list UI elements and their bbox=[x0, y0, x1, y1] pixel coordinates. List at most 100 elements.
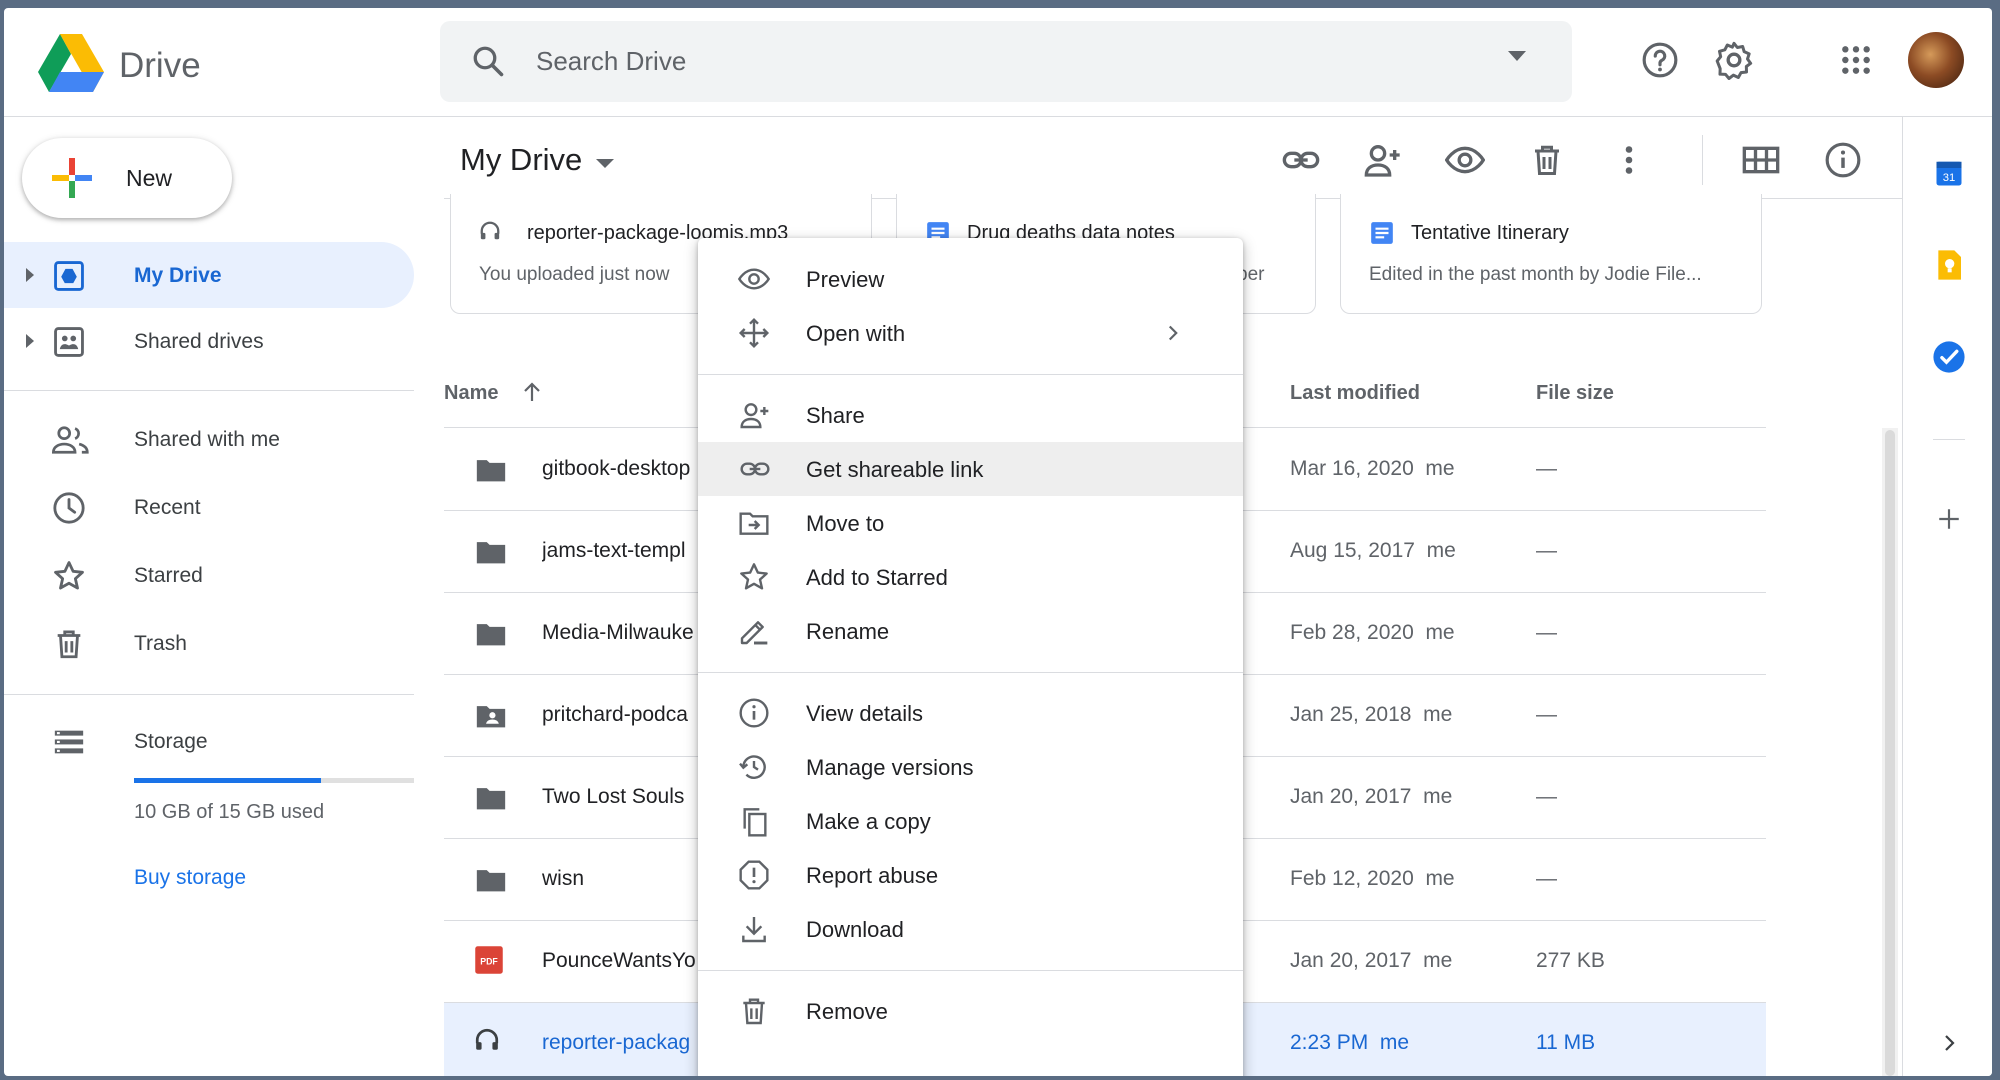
page-title[interactable]: My Drive bbox=[460, 142, 582, 178]
search-icon[interactable] bbox=[470, 43, 506, 79]
menu-item-label: Share bbox=[806, 403, 865, 428]
shared-folder-icon bbox=[474, 699, 508, 733]
menu-divider bbox=[698, 374, 1243, 375]
menu-item-label: View details bbox=[806, 701, 923, 726]
sidebar-item-label: Shared drives bbox=[134, 330, 264, 353]
tasks-icon[interactable] bbox=[1931, 339, 1967, 375]
sidebar-item-shared-with-me[interactable]: Shared with me bbox=[4, 406, 414, 472]
preview-eye-icon[interactable] bbox=[1444, 139, 1486, 181]
file-size: — bbox=[1536, 785, 1557, 808]
last-modified: Jan 20, 2017 me bbox=[1290, 785, 1453, 808]
drive-window: Drive New bbox=[4, 8, 1992, 1076]
sidebar-item-starred[interactable]: Starred bbox=[4, 542, 414, 608]
audio-headphones-icon bbox=[479, 220, 507, 248]
share-person-icon[interactable] bbox=[1362, 139, 1404, 181]
sort-arrow-up-icon[interactable] bbox=[520, 380, 544, 404]
page-title-chevron-down-icon[interactable] bbox=[596, 159, 614, 168]
menu-item-rename[interactable]: Rename bbox=[698, 604, 1243, 658]
info-icon bbox=[738, 697, 770, 729]
menu-item-move-to[interactable]: Move to bbox=[698, 496, 1243, 550]
menu-item-add-to-starred[interactable]: Add to Starred bbox=[698, 550, 1243, 604]
menu-item-view-details[interactable]: View details bbox=[698, 686, 1243, 740]
sidebar-item-label: Storage bbox=[134, 730, 208, 753]
link-icon[interactable] bbox=[1280, 139, 1322, 181]
folder-icon bbox=[474, 781, 508, 815]
file-size: — bbox=[1536, 867, 1557, 890]
copy-icon bbox=[738, 805, 770, 837]
shared-drives-icon bbox=[52, 325, 86, 359]
star-icon bbox=[52, 559, 86, 593]
last-modified: Feb 28, 2020 me bbox=[1290, 621, 1455, 644]
folder-icon bbox=[474, 617, 508, 651]
calendar-icon[interactable]: 31 bbox=[1931, 155, 1967, 191]
add-person-icon bbox=[738, 399, 770, 431]
menu-item-preview[interactable]: Preview bbox=[698, 252, 1243, 306]
expand-arrow-icon[interactable] bbox=[26, 334, 34, 348]
apps-grid-icon[interactable] bbox=[1834, 38, 1878, 82]
clock-icon bbox=[52, 491, 86, 525]
search-options-chevron-down-icon[interactable] bbox=[1508, 51, 1526, 61]
menu-item-remove[interactable]: Remove bbox=[698, 984, 1243, 1038]
menu-item-get-shareable-link[interactable]: Get shareable link bbox=[698, 442, 1243, 496]
menu-item-open-with[interactable]: Open with bbox=[698, 306, 1243, 360]
grid-view-icon[interactable] bbox=[1740, 139, 1782, 181]
sidebar-item-recent[interactable]: Recent bbox=[4, 474, 414, 540]
help-icon[interactable] bbox=[1638, 38, 1682, 82]
column-header-name[interactable]: Name bbox=[444, 382, 498, 405]
sidebar-item-label: Trash bbox=[134, 632, 187, 655]
svg-text:PDF: PDF bbox=[480, 956, 498, 966]
menu-item-label: Rename bbox=[806, 619, 890, 644]
account-avatar[interactable] bbox=[1908, 32, 1964, 88]
more-vert-icon[interactable] bbox=[1608, 139, 1650, 181]
menu-item-manage-versions[interactable]: Manage versions bbox=[698, 740, 1243, 794]
sidebar-item-storage[interactable]: Storage bbox=[4, 708, 414, 774]
sidebar-divider bbox=[4, 390, 414, 391]
new-button-label: New bbox=[126, 165, 173, 191]
sidebar-divider bbox=[4, 694, 414, 695]
toolbar-divider bbox=[1702, 135, 1703, 185]
sidebar-item-trash[interactable]: Trash bbox=[4, 610, 414, 676]
menu-item-label: Add to Starred bbox=[806, 565, 948, 590]
sidebar-item-shared-drives[interactable]: Shared drives bbox=[4, 308, 414, 374]
quick-access-subtitle: Edited in the past month by Jodie File..… bbox=[1369, 264, 1702, 285]
menu-item-label: Remove bbox=[806, 999, 888, 1024]
menu-item-label: Manage versions bbox=[806, 755, 974, 780]
column-header-last-modified[interactable]: Last modified bbox=[1290, 382, 1420, 405]
last-modified: 2:23 PM me bbox=[1290, 1031, 1410, 1054]
move-arrows-icon bbox=[738, 317, 770, 349]
drive-logo-icon[interactable] bbox=[38, 34, 104, 92]
file-size: — bbox=[1536, 539, 1557, 562]
folder-icon bbox=[474, 453, 508, 487]
storage-icon bbox=[52, 725, 86, 759]
info-icon[interactable] bbox=[1822, 139, 1864, 181]
search-input[interactable] bbox=[536, 39, 1436, 83]
keep-icon[interactable] bbox=[1931, 247, 1967, 283]
menu-item-label: Make a copy bbox=[806, 809, 931, 834]
trash-icon[interactable] bbox=[1526, 139, 1568, 181]
last-modified: Aug 15, 2017 me bbox=[1290, 539, 1456, 562]
quick-access-card[interactable]: Tentative Itinerary Edited in the past m… bbox=[1340, 194, 1762, 314]
menu-item-share[interactable]: Share bbox=[698, 388, 1243, 442]
file-size: — bbox=[1536, 621, 1557, 644]
quick-access-subtitle: You uploaded just now bbox=[479, 264, 670, 285]
menu-item-download[interactable]: Download bbox=[698, 902, 1243, 956]
sidebar-item-my-drive[interactable]: My Drive bbox=[4, 242, 414, 308]
expand-panel-chevron-right-icon[interactable] bbox=[1931, 1025, 1967, 1061]
pdf-icon: PDF bbox=[474, 945, 508, 979]
buy-storage-link[interactable]: Buy storage bbox=[134, 866, 246, 890]
search-bar[interactable] bbox=[440, 21, 1572, 102]
plus-icon bbox=[52, 158, 92, 198]
menu-item-label: Get shareable link bbox=[806, 457, 984, 482]
expand-arrow-icon[interactable] bbox=[26, 268, 34, 282]
sidebar-item-label: Recent bbox=[134, 496, 201, 519]
settings-gear-icon[interactable] bbox=[1712, 38, 1756, 82]
scrollbar-thumb[interactable] bbox=[1885, 430, 1895, 1076]
pencil-icon bbox=[738, 615, 770, 647]
file-size: — bbox=[1536, 703, 1557, 726]
add-addon-plus-icon[interactable] bbox=[1931, 501, 1967, 537]
menu-item-make-a-copy[interactable]: Make a copy bbox=[698, 794, 1243, 848]
brand-title[interactable]: Drive bbox=[119, 46, 201, 86]
new-button[interactable]: New bbox=[22, 138, 232, 218]
menu-item-report-abuse[interactable]: Report abuse bbox=[698, 848, 1243, 902]
column-header-file-size[interactable]: File size bbox=[1536, 382, 1614, 405]
